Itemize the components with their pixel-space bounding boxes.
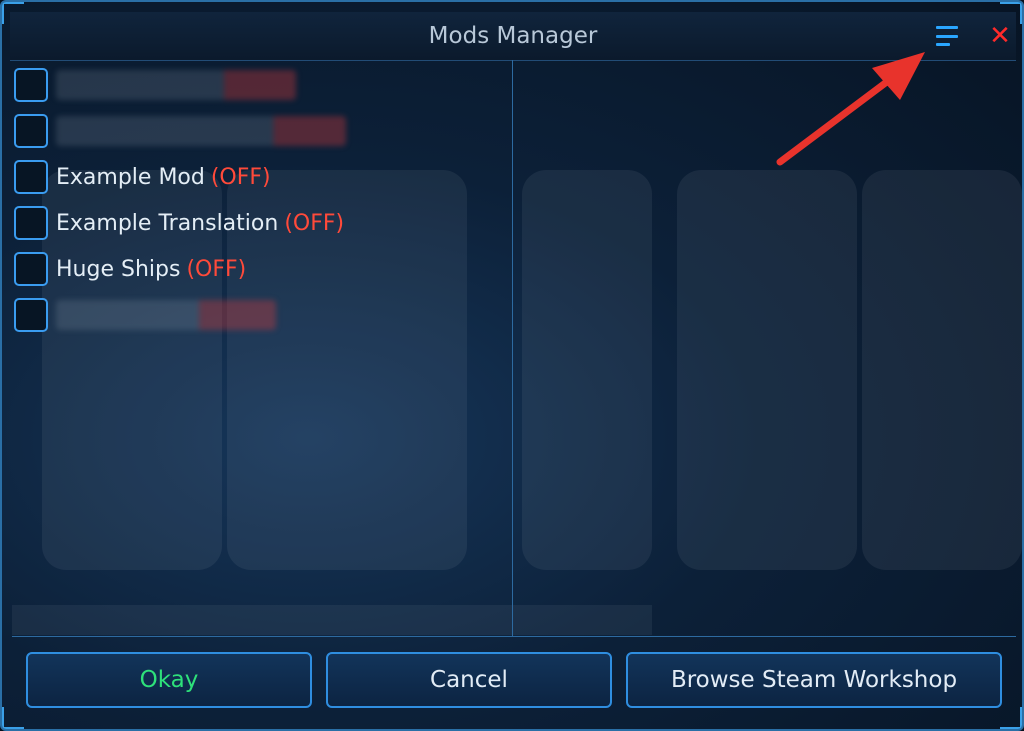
- frame-corner: [2, 707, 24, 729]
- frame-corner: [1000, 707, 1022, 729]
- close-icon[interactable]: ✕: [988, 23, 1012, 49]
- mod-checkbox[interactable]: [14, 114, 48, 148]
- mod-list: Example Mod (OFF) Example Translation (OFF…: [14, 62, 494, 338]
- mod-name: Example Mod (OFF): [56, 164, 271, 190]
- mod-checkbox[interactable]: [14, 160, 48, 194]
- mod-row-blurred[interactable]: [14, 62, 494, 108]
- mod-checkbox[interactable]: [14, 252, 48, 286]
- panel-divider: [512, 60, 513, 636]
- window-title: Mods Manager: [428, 23, 598, 49]
- browse-steam-workshop-button[interactable]: Browse Steam Workshop: [626, 652, 1002, 708]
- mod-checkbox[interactable]: [14, 68, 48, 102]
- mod-row[interactable]: Example Translation (OFF): [14, 200, 494, 246]
- mod-status: (OFF): [210, 164, 271, 190]
- mods-manager-window: Mods Manager ✕ Example Mod (OFF) Example…: [0, 0, 1024, 731]
- mod-row[interactable]: Example Mod (OFF): [14, 154, 494, 200]
- mod-checkbox[interactable]: [14, 298, 48, 332]
- menu-list-icon[interactable]: [936, 26, 958, 46]
- redacted-mod-name: [56, 70, 296, 100]
- redacted-mod-name: [56, 300, 276, 330]
- mod-row-blurred[interactable]: [14, 108, 494, 154]
- mods-content-area: Example Mod (OFF) Example Translation (OFF…: [12, 60, 1022, 637]
- background-tagline: [12, 605, 652, 635]
- mod-checkbox[interactable]: [14, 206, 48, 240]
- background-art: [677, 170, 857, 570]
- background-art: [522, 170, 652, 570]
- cancel-button[interactable]: Cancel: [326, 652, 612, 708]
- mod-name: Example Translation (OFF): [56, 210, 345, 236]
- mod-row[interactable]: Huge Ships (OFF): [14, 246, 494, 292]
- redacted-mod-name: [56, 116, 346, 146]
- mod-name: Huge Ships (OFF): [56, 256, 247, 282]
- background-art: [862, 170, 1022, 570]
- mod-status: (OFF): [186, 256, 247, 282]
- mod-row-blurred[interactable]: [14, 292, 494, 338]
- mod-status: (OFF): [284, 210, 345, 236]
- okay-button[interactable]: Okay: [26, 652, 312, 708]
- title-bar: Mods Manager ✕: [10, 12, 1016, 61]
- dialog-footer: Okay Cancel Browse Steam Workshop: [26, 652, 1002, 710]
